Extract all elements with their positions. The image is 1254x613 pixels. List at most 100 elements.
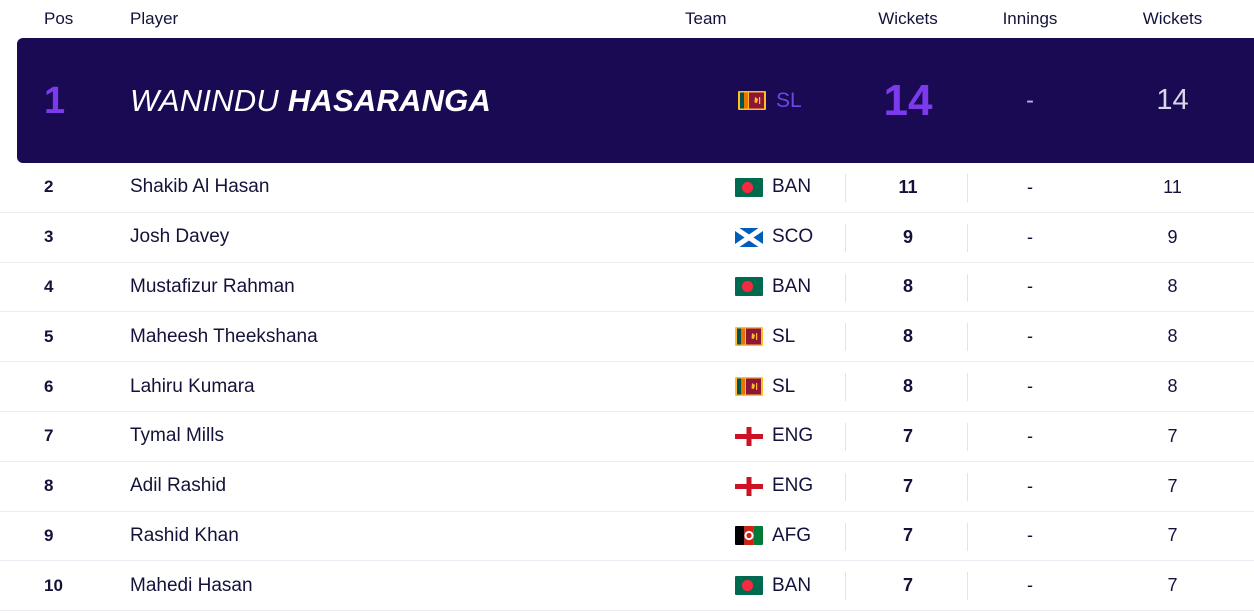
- row-wickets: 7: [902, 575, 913, 596]
- row-innings: -: [1027, 425, 1033, 446]
- table-row[interactable]: 5 Maheesh Theekshana SL 8 - 8: [0, 312, 1254, 363]
- row-wickets-total: 7: [1167, 575, 1178, 596]
- highlighted-wickets-total: 14: [1156, 84, 1189, 116]
- table-header-row: Pos Player Team Wickets Innings Wickets: [0, 0, 1254, 38]
- sri-lanka-flag-icon: [738, 91, 766, 110]
- column-divider-left: [845, 572, 846, 601]
- table-row[interactable]: 2 Shakib Al Hasan BAN 11 - 11: [0, 163, 1254, 213]
- highlighted-position: 1: [44, 79, 66, 122]
- row-position: 4: [44, 276, 54, 296]
- row-team: ENG: [677, 475, 847, 497]
- column-divider-right: [967, 572, 968, 601]
- team-code: BAN: [772, 176, 812, 198]
- row-wickets: 8: [902, 376, 913, 397]
- row-wickets: 8: [902, 276, 913, 297]
- row-player-name: Lahiru Kumara: [130, 375, 255, 397]
- bangladesh-flag-icon: [735, 177, 763, 197]
- table-row[interactable]: 7 Tymal Mills ENG 7 - 7: [0, 412, 1254, 462]
- row-innings: -: [1027, 226, 1033, 247]
- column-divider-left: [845, 323, 846, 352]
- team-wrap: SL: [735, 376, 847, 398]
- england-flag-icon: [735, 426, 763, 446]
- team-code: ENG: [772, 425, 814, 447]
- table-row-highlighted[interactable]: 1 WANINDU HASARANGA SL 14 - 14: [17, 38, 1254, 163]
- row-position: 5: [44, 326, 54, 346]
- column-divider-right: [967, 323, 968, 352]
- row-team: BAN: [677, 575, 847, 597]
- row-player-name: Maheesh Theekshana: [130, 325, 318, 347]
- row-player-name: Tymal Mills: [130, 425, 224, 447]
- row-wickets-total: 7: [1167, 525, 1178, 546]
- england-flag-icon: [735, 476, 763, 496]
- column-divider-right: [967, 522, 968, 551]
- column-divider-right: [967, 472, 968, 501]
- column-header-player: Player: [130, 9, 179, 28]
- column-divider-left: [845, 174, 846, 202]
- bowling-stats-table: Pos Player Team Wickets Innings Wickets …: [0, 0, 1254, 613]
- afghanistan-flag-icon: [735, 526, 763, 546]
- row-position: 6: [44, 376, 54, 396]
- highlighted-player-name: WANINDU HASARANGA: [112, 83, 677, 119]
- row-team: AFG: [677, 525, 847, 547]
- player-first-name: WANINDU: [130, 82, 279, 118]
- row-innings: -: [1027, 176, 1033, 197]
- table-row[interactable]: 9 Rashid Khan AFG 7 - 7: [0, 512, 1254, 562]
- row-wickets-total: 9: [1167, 226, 1178, 247]
- column-divider-right: [967, 174, 968, 202]
- row-wickets-total: 8: [1167, 326, 1178, 347]
- team-wrap: BAN: [735, 276, 847, 298]
- team-code: SCO: [772, 226, 814, 248]
- table-body: 2 Shakib Al Hasan BAN 11 - 11 3 Josh Davey SCO 9 -…: [0, 163, 1254, 612]
- row-team: ENG: [677, 425, 847, 447]
- row-position: 8: [44, 476, 54, 496]
- team-wrap: SCO: [735, 226, 847, 248]
- row-wickets: 7: [902, 475, 913, 496]
- row-innings: -: [1027, 475, 1033, 496]
- column-divider-left: [845, 522, 846, 551]
- row-player-name: Josh Davey: [130, 226, 230, 248]
- row-wickets: 9: [902, 226, 913, 247]
- table-row[interactable]: 6 Lahiru Kumara SL 8 - 8: [0, 362, 1254, 412]
- column-divider-left: [845, 422, 846, 451]
- team-code: ENG: [772, 475, 814, 497]
- table-row[interactable]: 4 Mustafizur Rahman BAN 8 - 8: [0, 263, 1254, 313]
- row-team: BAN: [677, 176, 847, 198]
- team-wrap: ENG: [735, 425, 847, 447]
- row-wickets: 11: [898, 176, 918, 197]
- column-header-innings: Innings: [1002, 9, 1058, 28]
- sri-lanka-flag-icon: [735, 327, 763, 347]
- team-code: SL: [772, 325, 796, 347]
- column-header-wickets: Wickets: [878, 9, 938, 28]
- column-divider-right: [967, 223, 968, 252]
- column-divider-left: [845, 472, 846, 501]
- row-wickets-total: 7: [1167, 425, 1178, 446]
- row-player-name: Mustafizur Rahman: [130, 275, 295, 297]
- bangladesh-flag-icon: [735, 576, 763, 596]
- row-wickets: 7: [902, 525, 913, 546]
- table-row[interactable]: 8 Adil Rashid ENG 7 - 7: [0, 462, 1254, 512]
- player-last-name: HASARANGA: [287, 82, 492, 118]
- column-header-pos: Pos: [44, 9, 74, 28]
- column-divider-left: [845, 223, 846, 252]
- row-position: 10: [44, 575, 63, 595]
- row-team: SCO: [677, 226, 847, 248]
- row-player-name: Rashid Khan: [130, 524, 239, 546]
- team-wrap: SL: [735, 326, 847, 348]
- column-header-wickets-total: Wickets: [1142, 9, 1203, 28]
- team-wrap: SL: [738, 89, 847, 113]
- table-row[interactable]: 10 Mahedi Hasan BAN 7 - 7: [0, 561, 1254, 612]
- row-innings: -: [1027, 376, 1033, 397]
- row-position: 9: [44, 525, 54, 545]
- team-code: SL: [772, 375, 796, 397]
- row-innings: -: [1027, 276, 1033, 297]
- table-row[interactable]: 3 Josh Davey SCO 9 - 9: [0, 213, 1254, 263]
- team-code: AFG: [772, 524, 812, 546]
- team-code: BAN: [772, 275, 812, 297]
- row-position: 3: [44, 227, 54, 247]
- row-player-name: Mahedi Hasan: [130, 574, 253, 596]
- team-wrap: BAN: [735, 575, 847, 597]
- highlighted-innings: -: [1026, 86, 1034, 114]
- team-code: BAN: [772, 574, 812, 596]
- team-wrap: ENG: [735, 475, 847, 497]
- row-innings: -: [1027, 575, 1033, 596]
